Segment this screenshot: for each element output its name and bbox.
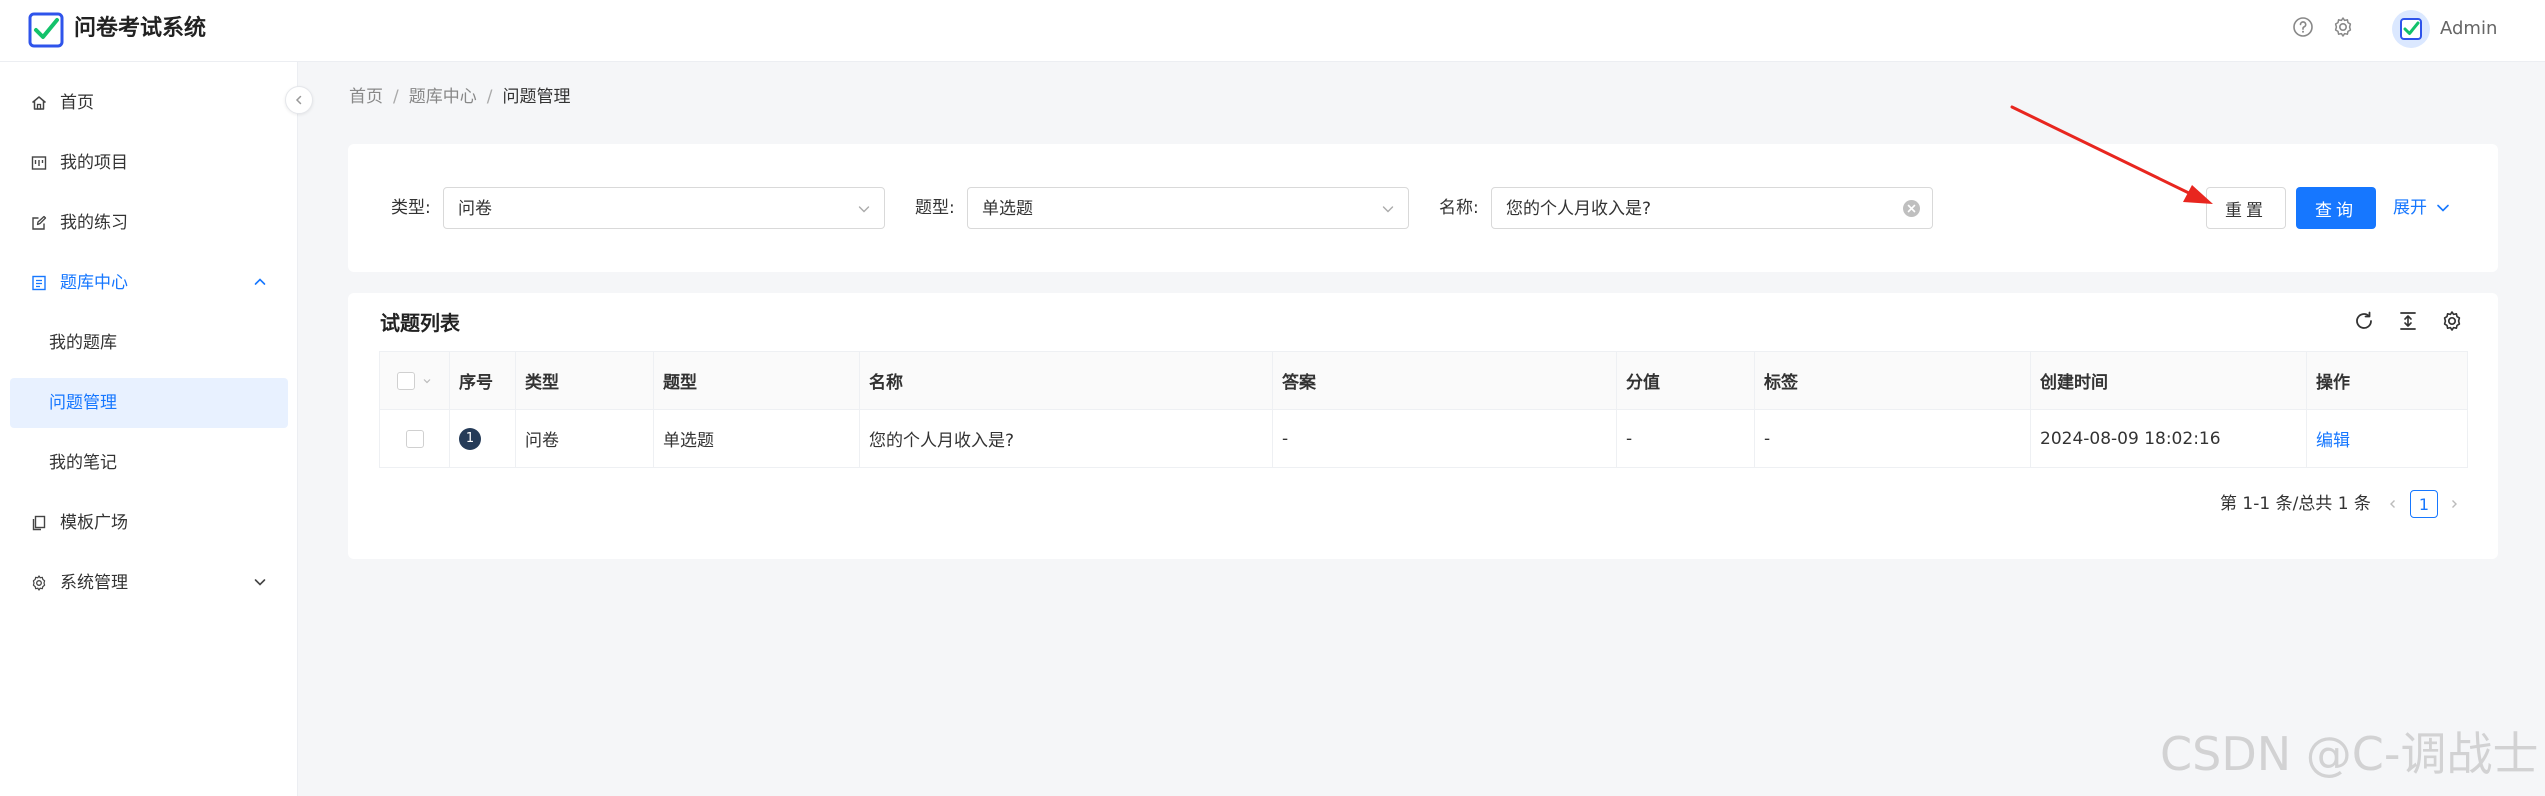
copy-icon <box>30 514 48 532</box>
user-name[interactable]: Admin <box>2440 17 2497 41</box>
chevron-up-icon <box>254 278 266 285</box>
chevron-left-icon <box>2390 500 2395 508</box>
answer-cell: - <box>1272 409 1617 468</box>
chevron-down-icon <box>1382 206 1394 213</box>
refresh-icon[interactable] <box>2352 309 2376 333</box>
card-title: 试题列表 <box>380 311 460 335</box>
column-header: 分值 <box>1616 351 1755 410</box>
type-select[interactable]: 问卷 <box>443 187 885 229</box>
column-header: 创建时间 <box>2030 351 2307 410</box>
prev-page-button[interactable] <box>2383 494 2403 514</box>
chevron-right-icon <box>2452 500 2457 508</box>
breadcrumb: 首页 / 题库中心 / 问题管理 <box>349 85 570 109</box>
column-header: 名称 <box>859 351 1273 410</box>
sidebar-item-home[interactable]: 首页 <box>10 78 288 128</box>
breadcrumb-item-current: 问题管理 <box>502 87 571 107</box>
name-input-value: 您的个人月收入是? <box>1506 199 1652 219</box>
column-header: 操作 <box>2306 351 2468 410</box>
row-checkbox-cell[interactable] <box>379 409 450 468</box>
chevron-left-icon <box>295 95 302 105</box>
help-icon[interactable] <box>2291 15 2315 39</box>
edit-icon <box>30 214 48 232</box>
pagination-summary: 第 1-1 条/总共 1 条 <box>2220 494 2371 514</box>
settings-gear-icon[interactable] <box>2331 15 2355 39</box>
query-button[interactable]: 查询 <box>2296 187 2376 229</box>
column-header: 标签 <box>1754 351 2031 410</box>
column-header: 题型 <box>653 351 860 410</box>
name-cell: 您的个人月收入是? <box>859 409 1273 468</box>
expand-button[interactable]: 展开 <box>2393 196 2451 220</box>
index-cell: 1 <box>449 409 516 468</box>
clear-icon[interactable] <box>1903 200 1920 217</box>
search-panel: 类型: 问卷 题型: 单选题 名称: 您的个人月收入是? 重置 查询 展开 <box>348 144 2498 272</box>
sidebar-item-projects[interactable]: 我的项目 <box>10 138 288 188</box>
chevron-down-icon <box>424 378 431 383</box>
chevron-down-icon <box>254 579 266 586</box>
chevron-down-icon <box>2437 204 2449 212</box>
app-title: 问卷考试系统 <box>74 16 207 41</box>
reset-button[interactable]: 重置 <box>2206 187 2286 229</box>
home-icon <box>30 94 48 112</box>
sidebar-item-label: 我的练习 <box>60 213 128 233</box>
select-all-checkbox-cell[interactable] <box>379 351 450 410</box>
column-height-icon[interactable] <box>2396 309 2420 333</box>
column-header: 答案 <box>1272 351 1617 410</box>
action-cell: 编辑 <box>2306 409 2468 468</box>
sidebar-item-template-square[interactable]: 模板广场 <box>10 498 288 548</box>
name-label: 名称: <box>1439 198 1479 218</box>
sidebar-item-label: 系统管理 <box>60 573 128 593</box>
table-header-row: 序号 类型 题型 名称 答案 分值 标签 创建时间 操作 <box>379 351 2468 410</box>
sidebar-item-label: 题库中心 <box>60 273 128 293</box>
select-all-checkbox[interactable] <box>396 371 415 390</box>
breadcrumb-separator: / <box>393 87 399 107</box>
edit-link[interactable]: 编辑 <box>2316 431 2350 451</box>
watermark: CSDN @C-调战士 <box>2160 727 2539 781</box>
app-logo-icon <box>28 12 64 48</box>
column-header: 序号 <box>449 351 516 410</box>
sidebar-item-label: 模板广场 <box>60 513 128 533</box>
sidebar-item-label: 我的笔记 <box>49 453 117 473</box>
type-label: 类型: <box>391 198 431 218</box>
index-badge: 1 <box>459 427 481 450</box>
sidebar-item-my-question-bank[interactable]: 我的题库 <box>10 318 288 368</box>
question-table: 序号 类型 题型 名称 答案 分值 标签 创建时间 操作 1 问卷 单选题 您的… <box>379 351 2468 468</box>
sidebar-item-label: 我的题库 <box>49 333 117 353</box>
type-select-value: 问卷 <box>458 199 492 219</box>
question-type-select-value: 单选题 <box>982 199 1033 219</box>
sidebar-item-label: 首页 <box>60 93 94 113</box>
project-icon <box>30 154 48 172</box>
avatar[interactable] <box>2392 10 2430 48</box>
sidebar-item-question-bank-center[interactable]: 题库中心 <box>10 258 288 308</box>
breadcrumb-item-question-bank-center[interactable]: 题库中心 <box>409 85 477 109</box>
expand-label: 展开 <box>2393 198 2427 218</box>
sidebar-item-system-management[interactable]: 系统管理 <box>10 558 288 608</box>
breadcrumb-separator: / <box>486 87 493 107</box>
next-page-button[interactable] <box>2444 494 2464 514</box>
created-time-cell: 2024-08-09 18:02:16 <box>2030 409 2307 468</box>
question-type-cell: 单选题 <box>653 409 860 468</box>
table-settings-icon[interactable] <box>2440 309 2464 333</box>
sidebar-item-my-notes[interactable]: 我的笔记 <box>10 438 288 488</box>
chevron-down-icon <box>858 206 870 213</box>
column-header: 类型 <box>515 351 654 410</box>
type-cell: 问卷 <box>515 409 654 468</box>
row-checkbox[interactable] <box>405 429 424 448</box>
score-cell: - <box>1616 409 1755 468</box>
question-list-card: 试题列表 序号 类型 题型 名称 答案 分值 标签 创建时间 操作 1 问卷 单… <box>348 293 2498 559</box>
breadcrumb-item-home[interactable]: 首页 <box>349 85 383 109</box>
list-icon <box>30 274 48 292</box>
name-input[interactable]: 您的个人月收入是? <box>1491 187 1933 229</box>
sidebar-item-practice[interactable]: 我的练习 <box>10 198 288 248</box>
page-number-button[interactable]: 1 <box>2410 490 2438 518</box>
sidebar-item-question-management[interactable]: 问题管理 <box>10 378 288 428</box>
tags-cell: - <box>1754 409 2031 468</box>
table-row: 1 问卷 单选题 您的个人月收入是? - - - 2024-08-09 18:0… <box>379 409 2468 468</box>
gear-icon <box>30 574 48 592</box>
top-header: 问卷考试系统 Admin <box>0 0 2545 62</box>
question-type-label: 题型: <box>915 198 955 218</box>
sidebar-item-label: 问题管理 <box>49 393 117 413</box>
question-type-select[interactable]: 单选题 <box>967 187 1409 229</box>
sidebar-collapse-button[interactable] <box>285 86 313 114</box>
sidebar-item-label: 我的项目 <box>60 153 128 173</box>
